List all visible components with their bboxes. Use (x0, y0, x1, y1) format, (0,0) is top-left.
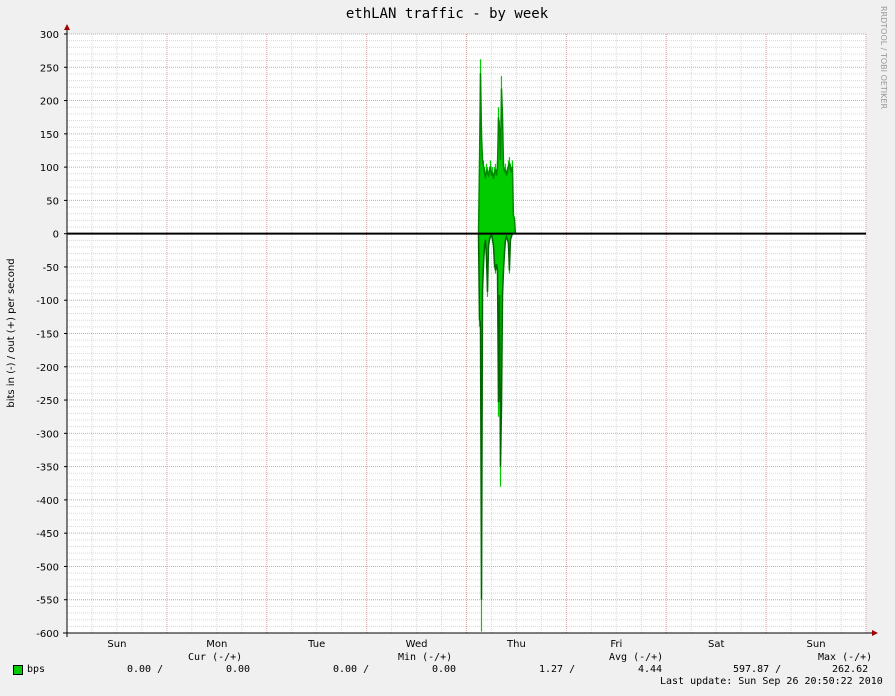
plot-area (67, 34, 866, 633)
legend-avg-header: Avg (-/+) (609, 652, 664, 663)
legend-cur-out: 0.00 (226, 664, 251, 675)
y-tick-label: 250 (40, 63, 59, 74)
x-tick-label: Mon (206, 639, 227, 650)
legend-min-header: Min (-/+) (398, 652, 453, 663)
y-tick-label: -100 (36, 296, 59, 307)
plot-background (67, 34, 866, 633)
y-tick-label: -200 (36, 363, 59, 374)
x-tick-label: Wed (406, 639, 428, 650)
legend-min-in: 0.00 / (333, 664, 370, 675)
x-tick-label: Sat (708, 639, 724, 650)
y-tick-label: 100 (40, 163, 59, 174)
y-tick-label: -400 (36, 496, 59, 507)
legend-max-header: Max (-/+) (818, 652, 873, 663)
y-tick-label: -250 (36, 396, 59, 407)
legend-swatch (13, 665, 23, 675)
x-tick-label: Thu (506, 639, 526, 650)
y-tick-label: -350 (36, 463, 59, 474)
legend-avg-in: 1.27 / (539, 664, 576, 675)
y-tick-label: -500 (36, 562, 59, 573)
y-tick-label: -450 (36, 529, 59, 540)
chart-title: ethLAN traffic - by week (346, 6, 549, 22)
y-tick-label: 200 (40, 97, 59, 108)
traffic-chart: ethLAN traffic - by week RRDTOOL / TOBI … (0, 0, 895, 696)
x-tick-label: Fri (610, 639, 622, 650)
legend-series-label: bps (27, 664, 46, 675)
y-tick-label: -300 (36, 429, 59, 440)
legend-avg-out: 4.44 (638, 664, 663, 675)
y-tick-label: -150 (36, 330, 59, 341)
y-tick-label: 50 (46, 196, 59, 207)
y-axis-label: bits in (-) / out (+) per second (6, 258, 17, 407)
y-tick-label: 0 (53, 230, 59, 241)
last-update-text: Last update: Sun Sep 26 20:50:22 2010 (660, 676, 883, 687)
x-tick-label: Sun (107, 639, 126, 650)
legend-cur-header: Cur (-/+) (188, 652, 243, 663)
legend-min-out: 0.00 (432, 664, 457, 675)
y-tick-label: -50 (43, 263, 59, 274)
legend-max-out: 262.62 (832, 664, 869, 675)
x-tick-label: Tue (307, 639, 325, 650)
y-tick-label: 150 (40, 130, 59, 141)
y-tick-label: 300 (40, 30, 59, 41)
y-tick-label: -600 (36, 629, 59, 640)
legend-cur-in: 0.00 / (127, 664, 164, 675)
legend-max-in: 597.87 / (733, 664, 782, 675)
rrdtool-watermark: RRDTOOL / TOBI OETIKER (879, 6, 888, 109)
x-tick-label: Sun (807, 639, 826, 650)
y-tick-label: -550 (36, 596, 59, 607)
